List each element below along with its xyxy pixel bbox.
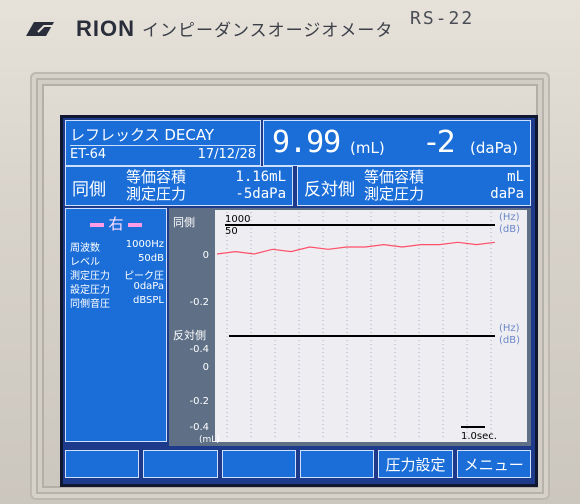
decay-graph: 同側 1000 50 (Hz) (dB) 0 -0.2 -0.4 反対側 (Hz… [169, 208, 531, 446]
contra-y-tick: -0.2 [189, 396, 209, 407]
contra-db-unit: (dB) [499, 335, 520, 346]
softkey-3[interactable] [221, 450, 296, 478]
softkey-1[interactable] [65, 450, 140, 478]
softkey-2[interactable] [143, 450, 218, 478]
param-label: レベル [70, 257, 100, 268]
contra-meas-labels: 等価容積 測定圧力 [364, 169, 424, 203]
parameter-panel: 右 周波数 1000Hz レベル 50dB 測定圧力 ピーク圧 設定圧力 0da… [65, 208, 167, 442]
softkey-bar: 圧力設定 メニュー [65, 450, 531, 478]
param-label: 周波数 [70, 243, 100, 254]
menu-button[interactable]: メニュー [456, 450, 531, 478]
ear-marker-left [90, 222, 105, 227]
param-value: 1000Hz [125, 239, 164, 250]
param-value: 50dB [138, 253, 164, 264]
param-row: 設定圧力 0daPa [70, 281, 164, 296]
ipsi-y-tick: 0 [203, 250, 209, 261]
param-value: ピーク圧 [124, 271, 164, 282]
ear-marker-right [127, 222, 142, 227]
contra-pressure-value: daPa [490, 186, 524, 202]
ipsi-volume-label: 等価容積 [126, 168, 187, 186]
ipsi-volume-value: 1.16mL [235, 169, 286, 185]
param-value: 0daPa [133, 281, 164, 292]
contra-y-tick: 0 [203, 362, 209, 373]
ipsi-y-tick: -0.2 [189, 297, 209, 308]
pressure-unit: (daPa) [470, 139, 518, 157]
contra-volume-label: 等価容積 [364, 168, 425, 186]
probe-id: ET-64 [70, 147, 107, 162]
param-row: 同側音圧 dBSPL [70, 295, 164, 310]
ipsi-label: 同側 [72, 180, 106, 200]
readout-panel: 9.99 (mL) -2 (daPa) [263, 120, 531, 166]
probe-date-row: ET-64 17/12/28 [70, 145, 256, 165]
model-name: インピーダンスオージオメータ [142, 21, 394, 41]
contra-graph-label: 反対側 [173, 328, 206, 342]
ipsi-measurement: 同側 等価容積 測定圧力 1.16mL -5daPa [65, 166, 293, 206]
test-info-panel: レフレックス DECAY ET-64 17/12/28 [65, 120, 261, 166]
contra-label: 反対側 [304, 180, 355, 200]
pressure-readout: -2 [426, 125, 456, 160]
ipsi-db-unit: (dB) [499, 224, 520, 235]
contra-measurement: 反対側 等価容積 測定圧力 mL daPa [297, 166, 531, 206]
volume-unit: (mL) [350, 139, 385, 157]
ipsi-graph-label: 同側 [173, 216, 195, 229]
contra-pressure-label: 測定圧力 [364, 185, 425, 203]
contra-hz-unit: (Hz) [499, 323, 520, 334]
measurement-row: 同側 等価容積 測定圧力 1.16mL -5daPa 反対側 等価容積 測定圧力… [65, 166, 531, 206]
pressure-settings-button[interactable]: 圧力設定 [378, 450, 453, 478]
volume-readout: 9.99 [272, 125, 341, 160]
param-value: dBSPL [133, 295, 164, 306]
param-label: 測定圧力 [70, 271, 110, 282]
param-row: レベル 50dB [70, 253, 164, 268]
ipsi-y-tick: -0.4 [189, 344, 209, 355]
ear-label: 右 [108, 215, 124, 233]
contra-meas-values: mL daPa [490, 169, 524, 203]
ipsi-pressure-label: 測定圧力 [126, 185, 187, 203]
ipsi-pressure-value: -5daPa [235, 186, 286, 202]
param-label: 設定圧力 [70, 285, 110, 296]
param-row: 測定圧力 ピーク圧 [70, 267, 164, 282]
param-label: 同側音圧 [70, 299, 110, 310]
param-row: 周波数 1000Hz [70, 239, 164, 254]
y-unit-label: (mL) [199, 435, 220, 445]
test-name: レフレックス DECAY [70, 126, 215, 144]
decay-graph-svg: 同側 1000 50 (Hz) (dB) 0 -0.2 -0.4 反対側 (Hz… [173, 210, 527, 445]
brand-name: RION [76, 16, 135, 41]
ipsi-hz-unit: (Hz) [499, 212, 520, 223]
ipsi-meas-values: 1.16mL -5daPa [235, 169, 286, 203]
brand: RION [24, 14, 135, 44]
model-code: RS-22 [410, 8, 475, 29]
contra-y-tick: -0.4 [189, 422, 209, 433]
rion-logo-icon [24, 18, 66, 40]
ipsi-level: 50 [225, 226, 238, 237]
ear-title: 右 [66, 213, 166, 234]
lcd-screen: レフレックス DECAY ET-64 17/12/28 9.99 (mL) -2… [60, 115, 538, 487]
softkey-4[interactable] [299, 450, 375, 478]
contra-volume-value: mL [507, 169, 524, 185]
ipsi-meas-labels: 等価容積 測定圧力 [126, 169, 186, 203]
time-scale-label: 1.0sec. [461, 431, 497, 442]
test-date: 17/12/28 [197, 147, 256, 162]
ipsi-freq: 1000 [225, 214, 250, 225]
